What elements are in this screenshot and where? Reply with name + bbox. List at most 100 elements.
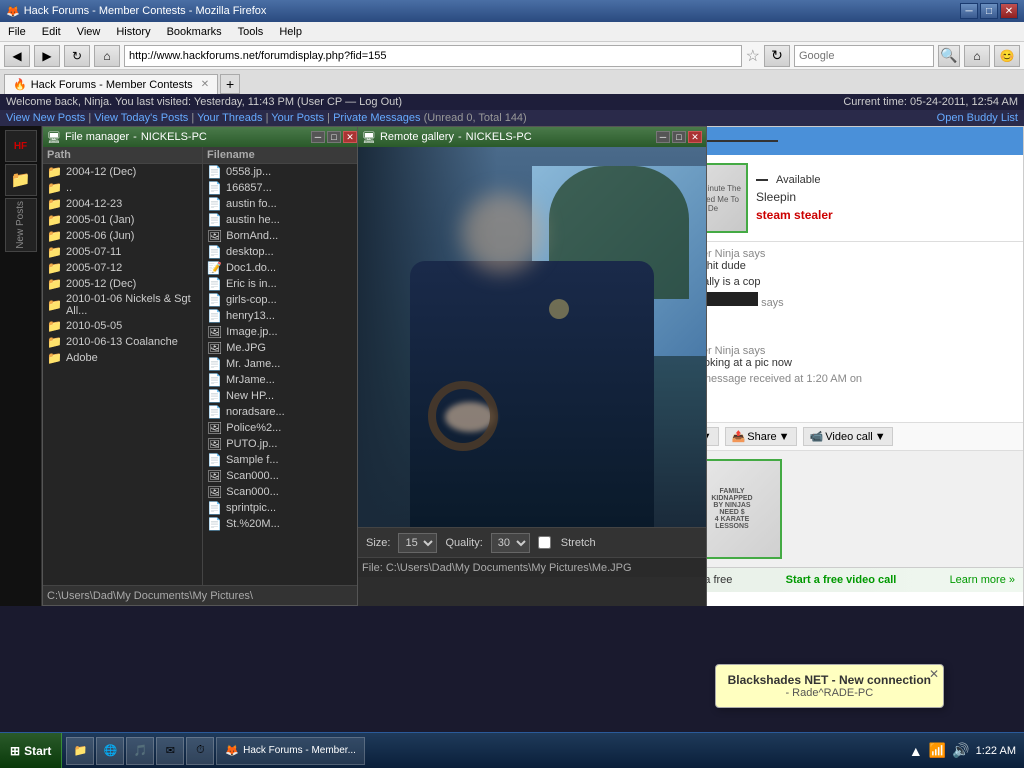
rg-stretch-checkbox[interactable] — [538, 536, 551, 549]
search-button[interactable]: 🔍 — [938, 45, 960, 67]
file-item-2[interactable]: 📄austin fo... — [203, 196, 361, 212]
sidebar-icon-1[interactable]: HF — [5, 130, 37, 162]
fm-minimize[interactable]: ─ — [311, 131, 325, 143]
rg-quality-select[interactable]: 30 — [491, 533, 530, 553]
chat-lulz: lulz — [678, 313, 1015, 325]
view-todays-posts-link[interactable]: View Today's Posts — [94, 112, 188, 124]
menu-tools[interactable]: Tools — [234, 24, 268, 40]
sidebar-icon-2[interactable]: 📁 — [5, 164, 37, 196]
rg-close[interactable]: ✕ — [688, 131, 702, 143]
view-new-posts-link[interactable]: View New Posts — [6, 112, 85, 124]
search-input[interactable] — [794, 45, 934, 67]
learn-more-button[interactable]: Learn more » — [950, 574, 1015, 586]
your-threads-link[interactable]: Your Threads — [197, 112, 262, 124]
file-item-19[interactable]: 🖼Scan000... — [203, 468, 361, 484]
file-item-22[interactable]: 📄St.%20M... — [203, 516, 361, 532]
back-button[interactable]: ◀ — [4, 45, 30, 67]
menu-help[interactable]: Help — [275, 24, 306, 40]
file-icon-18: 📄 — [207, 453, 222, 467]
file-item-12[interactable]: 📄Mr. Jame... — [203, 356, 361, 372]
file-item-0[interactable]: 📄0558.jp... — [203, 164, 361, 180]
private-messages-link[interactable]: Private Messages — [333, 112, 420, 124]
refresh-button[interactable]: ↻ — [64, 45, 90, 67]
reload-button[interactable]: ↻ — [764, 45, 790, 67]
menu-history[interactable]: History — [112, 24, 154, 40]
maximize-button[interactable]: □ — [980, 3, 998, 19]
active-tab[interactable]: 🔥 Hack Forums - Member Contests ✕ — [4, 74, 218, 94]
fm-path-item-9[interactable]: 📁 2010-05-05 — [43, 318, 202, 334]
file-item-14[interactable]: 📄New HP... — [203, 388, 361, 404]
file-item-9[interactable]: 📄henry13... — [203, 308, 361, 324]
file-icon-22: 📄 — [207, 517, 222, 531]
fm-path-item-8[interactable]: 📁 2010-01-06 Nickels & Sgt All... — [43, 292, 202, 318]
fm-path-item-6[interactable]: 📁 2005-07-12 — [43, 260, 202, 276]
your-posts-link[interactable]: Your Posts — [271, 112, 324, 124]
menu-file[interactable]: File — [4, 24, 30, 40]
file-item-1[interactable]: 📄166857... — [203, 180, 361, 196]
fm-path-item-10[interactable]: 📁 2010-06-13 Coalanche — [43, 334, 202, 350]
addon-button[interactable]: 😊 — [994, 45, 1020, 67]
home-button[interactable]: ⌂ — [94, 45, 120, 67]
share-button[interactable]: 📤 Share▼ — [725, 427, 797, 446]
fm-path-item-3[interactable]: 📁 2005-01 (Jan) — [43, 212, 202, 228]
fm-path-item-2[interactable]: 📁 2004-12-23 — [43, 196, 202, 212]
forward-button[interactable]: ▶ — [34, 45, 60, 67]
file-item-15[interactable]: 📄noradsare... — [203, 404, 361, 420]
video-link[interactable]: Start a free video call — [786, 574, 897, 586]
notification-title: Blackshades NET - New connection — [728, 673, 931, 687]
fm-title-icon: 🖥 — [47, 131, 61, 144]
rg-maximize[interactable]: □ — [672, 131, 686, 143]
new-tab-button[interactable]: + — [220, 74, 240, 94]
video-call-button[interactable]: 📹 Video call▼ — [803, 427, 893, 446]
file-item-8[interactable]: 📄girls-cop... — [203, 292, 361, 308]
taskbar-icon-recents[interactable]: ⏱ — [186, 737, 214, 765]
minimize-button[interactable]: ─ — [960, 3, 978, 19]
rg-size-select[interactable]: 15 — [398, 533, 437, 553]
fm-close[interactable]: ✕ — [343, 131, 357, 143]
fm-path-item-1[interactable]: 📁 .. — [43, 180, 202, 196]
file-item-3[interactable]: 📄austin he... — [203, 212, 361, 228]
taskbar-icon-media[interactable]: 🎵 — [126, 737, 154, 765]
file-item-4[interactable]: 🖼BornAnd... — [203, 228, 361, 244]
file-item-10[interactable]: 🖼Image.jp... — [203, 324, 361, 340]
fm-maximize[interactable]: □ — [327, 131, 341, 143]
fm-path-item-5[interactable]: 📁 2005-07-11 — [43, 244, 202, 260]
taskbar-icon-mail[interactable]: ✉ — [156, 737, 184, 765]
fm-path-item-4[interactable]: 📁 2005-06 (Jun) — [43, 228, 202, 244]
file-item-6[interactable]: 📝Doc1.do... — [203, 260, 361, 276]
notification-close-button[interactable]: ✕ — [929, 667, 939, 681]
menu-bookmarks[interactable]: Bookmarks — [163, 24, 226, 40]
tray-network-icon[interactable]: 📶 — [929, 742, 946, 759]
buddy-list-link[interactable]: Open Buddy List — [937, 112, 1018, 124]
taskbar-icon-ie[interactable]: 🌐 — [96, 737, 124, 765]
menu-edit[interactable]: Edit — [38, 24, 65, 40]
tray-arrow[interactable]: ▲ — [909, 743, 923, 759]
file-item-20[interactable]: 🖼Scan000... — [203, 484, 361, 500]
home-icon-button[interactable]: ⌂ — [964, 45, 990, 67]
fm-path-item-11[interactable]: 📁 Adobe — [43, 350, 202, 366]
start-button[interactable]: ⊞ Start — [0, 733, 62, 768]
bookmark-icon[interactable]: ☆ — [746, 46, 760, 66]
taskbar-firefox-item[interactable]: 🦊 Hack Forums - Member... — [216, 737, 365, 765]
fm-path-item-7[interactable]: 📁 2005-12 (Dec) — [43, 276, 202, 292]
menu-view[interactable]: View — [73, 24, 105, 40]
file-item-18[interactable]: 📄Sample f... — [203, 452, 361, 468]
file-item-11[interactable]: 🖼Me.JPG — [203, 340, 361, 356]
address-bar: ◀ ▶ ↻ ⌂ ☆ ↻ 🔍 ⌂ 😊 — [0, 42, 1024, 70]
url-input[interactable] — [124, 45, 742, 67]
file-item-13[interactable]: 📄MrJame... — [203, 372, 361, 388]
file-item-16[interactable]: 🖼Police%2... — [203, 420, 361, 436]
notification-subtitle: - Rade^RADE-PC — [728, 687, 931, 699]
rg-minimize[interactable]: ─ — [656, 131, 670, 143]
close-button[interactable]: ✕ — [1000, 3, 1018, 19]
new-posts-icon[interactable]: New Posts — [5, 198, 37, 252]
file-item-7[interactable]: 📄Eric is in... — [203, 276, 361, 292]
fm-path-item-0[interactable]: 📁 2004-12 (Dec) — [43, 164, 202, 180]
taskbar-icon-explorer[interactable]: 📁 — [66, 737, 94, 765]
tray-volume-icon[interactable]: 🔊 — [952, 742, 969, 759]
file-item-21[interactable]: 📄sprintpic... — [203, 500, 361, 516]
tab-close-icon[interactable]: ✕ — [201, 79, 209, 90]
file-label-17: PUTO.jp... — [226, 438, 277, 450]
file-item-17[interactable]: 🖼PUTO.jp... — [203, 436, 361, 452]
file-item-5[interactable]: 📄desktop... — [203, 244, 361, 260]
